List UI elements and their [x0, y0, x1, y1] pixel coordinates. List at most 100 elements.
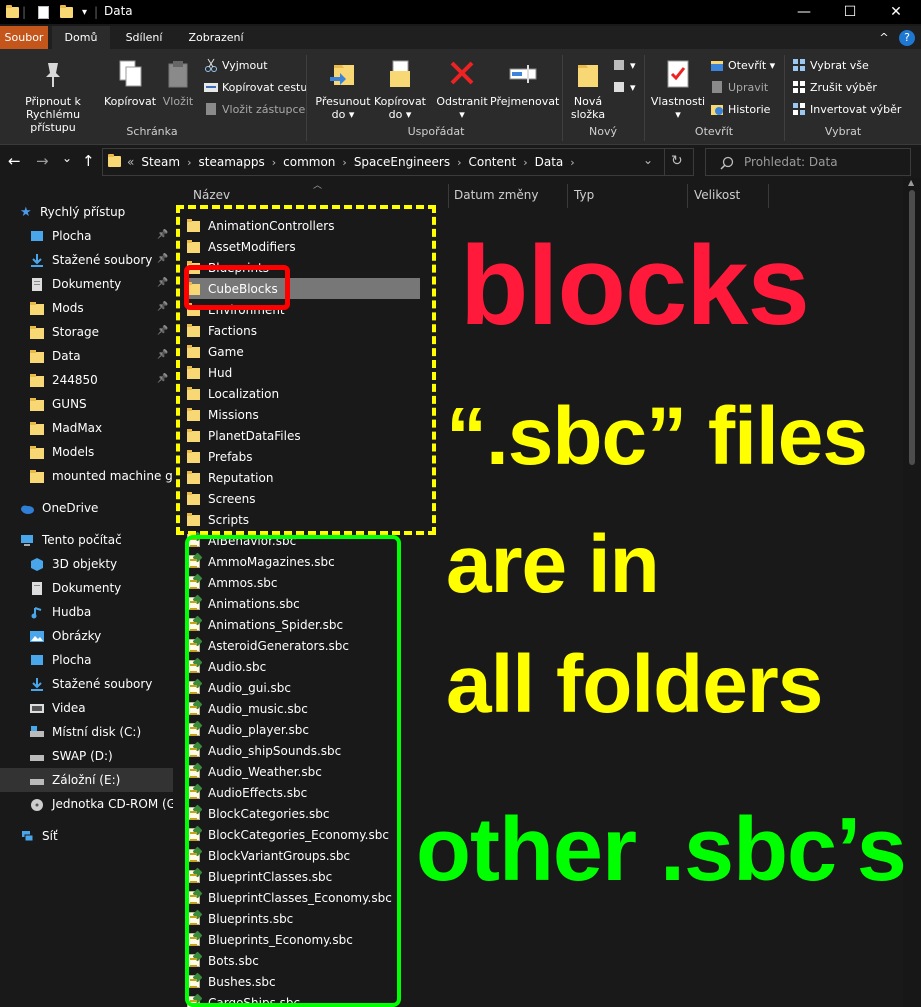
- sidebar-item-quick[interactable]: Data: [30, 344, 81, 368]
- sidebar-item-pc[interactable]: Stažené soubory: [0, 672, 152, 696]
- minimize-button[interactable]: —: [781, 0, 827, 24]
- tab-share[interactable]: Sdílení: [112, 26, 176, 49]
- sidebar-item-pc[interactable]: 3D objekty: [0, 552, 117, 576]
- paste-shortcut-button[interactable]: Vložit zástupce: [204, 98, 305, 120]
- address-bar[interactable]: « Steam › steamapps › common › SpaceEnginee…: [102, 148, 694, 176]
- folder-row[interactable]: PlanetDataFiles: [187, 425, 301, 446]
- folder-row[interactable]: AssetModifiers: [187, 236, 296, 257]
- collapse-ribbon-button[interactable]: ^: [874, 26, 894, 49]
- nav-network[interactable]: Síť: [20, 824, 58, 848]
- open-button[interactable]: Otevřít ▾: [710, 54, 775, 76]
- folder-row[interactable]: Localization: [187, 383, 279, 404]
- sidebar-item-quick[interactable]: Storage: [30, 320, 99, 344]
- tab-file[interactable]: Soubor: [0, 26, 48, 49]
- up-button[interactable]: ↑: [82, 152, 95, 170]
- cut-button[interactable]: Vyjmout: [204, 54, 268, 76]
- sidebar-item-pc[interactable]: Záložní (E:): [0, 768, 173, 792]
- pin-icon[interactable]: 📌: [157, 230, 168, 240]
- pin-icon[interactable]: 📌: [157, 350, 168, 360]
- breadcrumb-item[interactable]: SpaceEngineers: [354, 155, 450, 169]
- folder-row[interactable]: AnimationControllers: [187, 215, 334, 236]
- sidebar-item-pc[interactable]: Dokumenty: [0, 576, 121, 600]
- pin-icon[interactable]: 📌: [157, 302, 168, 312]
- tab-view[interactable]: Zobrazení: [178, 26, 254, 49]
- delete-button[interactable]: Odstranit ▾: [434, 59, 490, 121]
- new-folder-button[interactable]: Nová složka: [566, 59, 610, 121]
- file-row[interactable]: Animations.sbc: [187, 593, 300, 614]
- folder-row[interactable]: Reputation: [187, 467, 273, 488]
- file-row[interactable]: BlueprintClasses.sbc: [187, 866, 332, 887]
- folder-row[interactable]: Missions: [187, 404, 259, 425]
- sidebar-item-quick[interactable]: Dokumenty: [30, 272, 121, 296]
- file-row[interactable]: Audio_Weather.sbc: [187, 761, 322, 782]
- pin-icon[interactable]: 📌: [157, 374, 168, 384]
- properties-button[interactable]: Vlastnosti ▾: [648, 59, 708, 121]
- file-row[interactable]: BlockVariantGroups.sbc: [187, 845, 350, 866]
- file-row[interactable]: Audio_player.sbc: [187, 719, 309, 740]
- column-header-type[interactable]: Typ: [574, 188, 594, 202]
- copy-to-button[interactable]: Kopírovat do ▾: [372, 59, 428, 121]
- edit-button[interactable]: Upravit: [710, 76, 768, 98]
- breadcrumb-item[interactable]: Steam: [141, 155, 180, 169]
- new-item-button[interactable]: ▾: [612, 54, 636, 76]
- sidebar-item-pc[interactable]: Obrázky: [0, 624, 101, 648]
- sidebar-item-pc[interactable]: Místní disk (C:): [0, 720, 141, 744]
- folder-row[interactable]: Environment: [187, 299, 285, 320]
- file-row[interactable]: AIBehavior.sbc: [187, 530, 296, 551]
- file-row[interactable]: Bushes.sbc: [187, 971, 276, 992]
- rename-button[interactable]: Přejmenovat: [490, 59, 559, 108]
- sidebar-item-quick[interactable]: GUNS: [30, 392, 87, 416]
- history-button[interactable]: Historie: [710, 98, 770, 120]
- nav-this-pc[interactable]: Tento počítač: [20, 528, 122, 552]
- file-row[interactable]: AsteroidGenerators.sbc: [187, 635, 349, 656]
- recent-locations-button[interactable]: ⌄: [62, 151, 72, 165]
- close-button[interactable]: ✕: [873, 0, 919, 24]
- forward-button[interactable]: →: [36, 152, 49, 170]
- select-all-button[interactable]: Vybrat vše: [792, 54, 869, 76]
- column-header-size[interactable]: Velikost: [694, 188, 740, 202]
- column-header-date[interactable]: Datum změny: [454, 188, 539, 202]
- tab-home[interactable]: Domů: [52, 26, 110, 49]
- maximize-button[interactable]: ☐: [827, 0, 873, 24]
- sidebar-item-quick[interactable]: mounted machine gun: [30, 464, 188, 488]
- address-history-dropdown[interactable]: ⌄: [643, 153, 653, 167]
- back-button[interactable]: ←: [8, 152, 21, 170]
- file-row[interactable]: Blueprints_Economy.sbc: [187, 929, 353, 950]
- file-row[interactable]: Ammos.sbc: [187, 572, 277, 593]
- folder-row[interactable]: Scripts: [187, 509, 249, 530]
- file-row[interactable]: BlockCategories.sbc: [187, 803, 329, 824]
- file-row[interactable]: Audio_music.sbc: [187, 698, 308, 719]
- sidebar-item-quick[interactable]: MadMax: [30, 416, 102, 440]
- copy-path-button[interactable]: Kopírovat cestu: [204, 76, 307, 98]
- sidebar-item-pc[interactable]: Hudba: [0, 600, 91, 624]
- move-to-button[interactable]: Přesunout do ▾: [314, 59, 372, 121]
- file-row[interactable]: CargoShips.sbc: [187, 992, 300, 1007]
- file-row[interactable]: BlockCategories_Economy.sbc: [187, 824, 389, 845]
- file-row[interactable]: AmmoMagazines.sbc: [187, 551, 335, 572]
- pin-to-quick-access-button[interactable]: Připnout k Rychlému přístupu: [2, 59, 104, 134]
- breadcrumb-overflow[interactable]: «: [127, 155, 134, 169]
- invert-selection-button[interactable]: Invertovat výběr: [792, 98, 901, 120]
- breadcrumb-item[interactable]: Content: [468, 155, 516, 169]
- breadcrumb-item[interactable]: common: [283, 155, 335, 169]
- folder-row[interactable]: Blueprints: [187, 257, 269, 278]
- file-row[interactable]: Audio.sbc: [187, 656, 266, 677]
- file-row[interactable]: Bots.sbc: [187, 950, 259, 971]
- nav-onedrive[interactable]: OneDrive: [20, 496, 98, 520]
- help-button[interactable]: ?: [899, 30, 915, 46]
- search-box[interactable]: Prohledat: Data: [705, 148, 911, 176]
- nav-quick-access[interactable]: ★ Rychlý přístup: [20, 200, 125, 224]
- sidebar-item-quick[interactable]: Models: [30, 440, 94, 464]
- folder-row[interactable]: Factions: [187, 320, 257, 341]
- pin-icon[interactable]: 📌: [157, 326, 168, 336]
- file-row[interactable]: Blueprints.sbc: [187, 908, 293, 929]
- pin-icon[interactable]: 📌: [157, 278, 168, 288]
- easy-access-button[interactable]: ▾: [612, 76, 636, 98]
- properties-quick-button[interactable]: [38, 4, 49, 20]
- paste-button[interactable]: Vložit: [158, 59, 198, 108]
- sidebar-item-quick[interactable]: Stažené soubory: [30, 248, 152, 272]
- folder-row[interactable]: Screens: [187, 488, 256, 509]
- file-row[interactable]: AudioEffects.sbc: [187, 782, 307, 803]
- scroll-up-arrow[interactable]: ▲: [908, 178, 914, 187]
- file-row[interactable]: Animations_Spider.sbc: [187, 614, 343, 635]
